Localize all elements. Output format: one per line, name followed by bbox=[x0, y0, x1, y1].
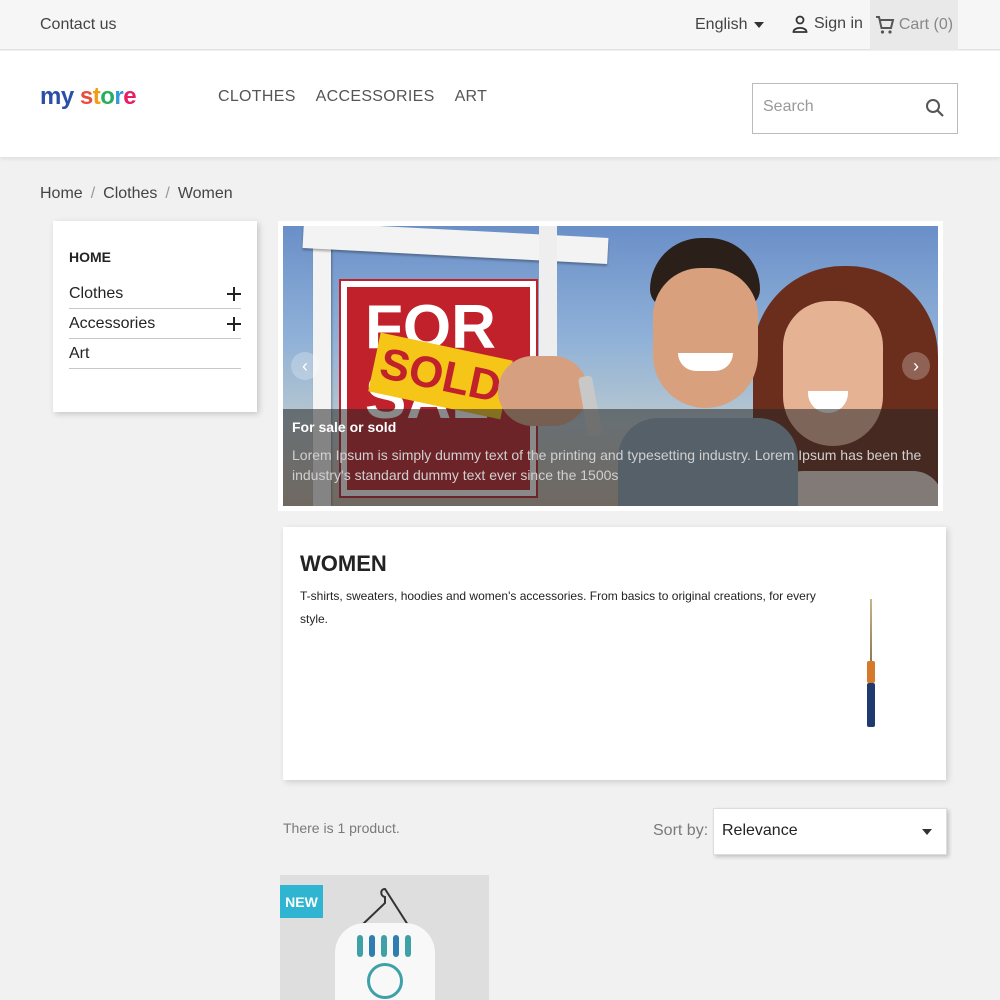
cart-label: Cart (0) bbox=[898, 16, 954, 33]
contact-us-link[interactable]: Contact us bbox=[40, 16, 116, 34]
sidebar-item-label: Art bbox=[69, 344, 90, 362]
logo-store: store bbox=[79, 83, 137, 110]
breadcrumb-separator: / bbox=[165, 185, 170, 202]
slide-caption: For sale or sold Lorem Ipsum is simply d… bbox=[283, 409, 938, 506]
nav-accessories[interactable]: ACCESSORIES bbox=[316, 88, 435, 106]
site-header: my store CLOTHES ACCESSORIES ART bbox=[0, 51, 1000, 157]
image-slider: FOR SAL SOLD ‹ › For sale or sold Lorem … bbox=[278, 221, 943, 511]
sort-selected-value: Relevance bbox=[722, 822, 798, 839]
sidebar-item-clothes[interactable]: Clothes bbox=[69, 279, 241, 309]
category-title: WOMEN bbox=[300, 551, 387, 576]
main-nav: CLOTHES ACCESSORIES ART bbox=[218, 88, 487, 106]
category-sidebar: HOME Clothes Accessories Art bbox=[53, 221, 257, 412]
cart-icon bbox=[875, 16, 895, 34]
product-card[interactable]: NEW bbox=[280, 875, 489, 1000]
plus-icon[interactable] bbox=[227, 286, 241, 301]
search-input[interactable] bbox=[763, 98, 913, 116]
sign-in-label: Sign in bbox=[814, 15, 863, 32]
top-bar: Contact us English Sign in Cart (0) bbox=[0, 0, 1000, 50]
sidebar-item-label: Accessories bbox=[69, 314, 156, 332]
language-selector[interactable]: English bbox=[695, 16, 765, 34]
sign-beam bbox=[302, 226, 609, 264]
sidebar-item-art[interactable]: Art bbox=[69, 339, 241, 369]
search-icon[interactable] bbox=[925, 98, 945, 118]
sidebar-item-accessories[interactable]: Accessories bbox=[69, 309, 241, 339]
sort-label: Sort by: bbox=[653, 822, 709, 839]
breadcrumb-separator: / bbox=[90, 185, 96, 202]
breadcrumb-women[interactable]: Women bbox=[178, 185, 233, 203]
breadcrumb: Home / Clothes / Women bbox=[40, 185, 233, 203]
chevron-right-icon[interactable]: › bbox=[902, 352, 930, 380]
chevron-left-icon[interactable]: ‹ bbox=[291, 352, 319, 380]
sort-dropdown[interactable]: Relevance bbox=[713, 808, 947, 855]
category-header: WOMEN T-shirts, sweaters, hoodies and wo… bbox=[283, 527, 946, 780]
product-image bbox=[335, 923, 435, 1000]
user-icon bbox=[792, 15, 808, 33]
caret-down-icon bbox=[922, 829, 932, 835]
nav-clothes[interactable]: CLOTHES bbox=[218, 88, 296, 106]
slide-caption-text: Lorem Ipsum is simply dummy text of the … bbox=[292, 447, 922, 483]
cart-button[interactable]: Cart (0) bbox=[870, 0, 958, 50]
category-description: T-shirts, sweaters, hoodies and women's … bbox=[300, 589, 816, 626]
breadcrumb-home[interactable]: Home bbox=[40, 185, 83, 203]
caret-down-icon bbox=[754, 22, 765, 28]
new-badge: NEW bbox=[280, 885, 323, 918]
language-label: English bbox=[695, 16, 748, 33]
sidebar-item-label: Clothes bbox=[69, 284, 124, 302]
logo-my: my bbox=[40, 83, 74, 110]
product-count: There is 1 product. bbox=[283, 820, 400, 836]
category-image bbox=[866, 599, 876, 727]
search-box bbox=[752, 83, 958, 134]
sidebar-home-link[interactable]: HOME bbox=[69, 249, 241, 265]
breadcrumb-clothes[interactable]: Clothes bbox=[103, 185, 157, 203]
slide-caption-title: For sale or sold bbox=[292, 419, 397, 435]
sign-in-link[interactable]: Sign in bbox=[792, 15, 863, 33]
plus-icon[interactable] bbox=[227, 316, 241, 331]
store-logo[interactable]: my store bbox=[40, 83, 137, 111]
nav-art[interactable]: ART bbox=[455, 88, 488, 106]
slide-image[interactable]: FOR SAL SOLD ‹ › For sale or sold Lorem … bbox=[283, 226, 938, 506]
